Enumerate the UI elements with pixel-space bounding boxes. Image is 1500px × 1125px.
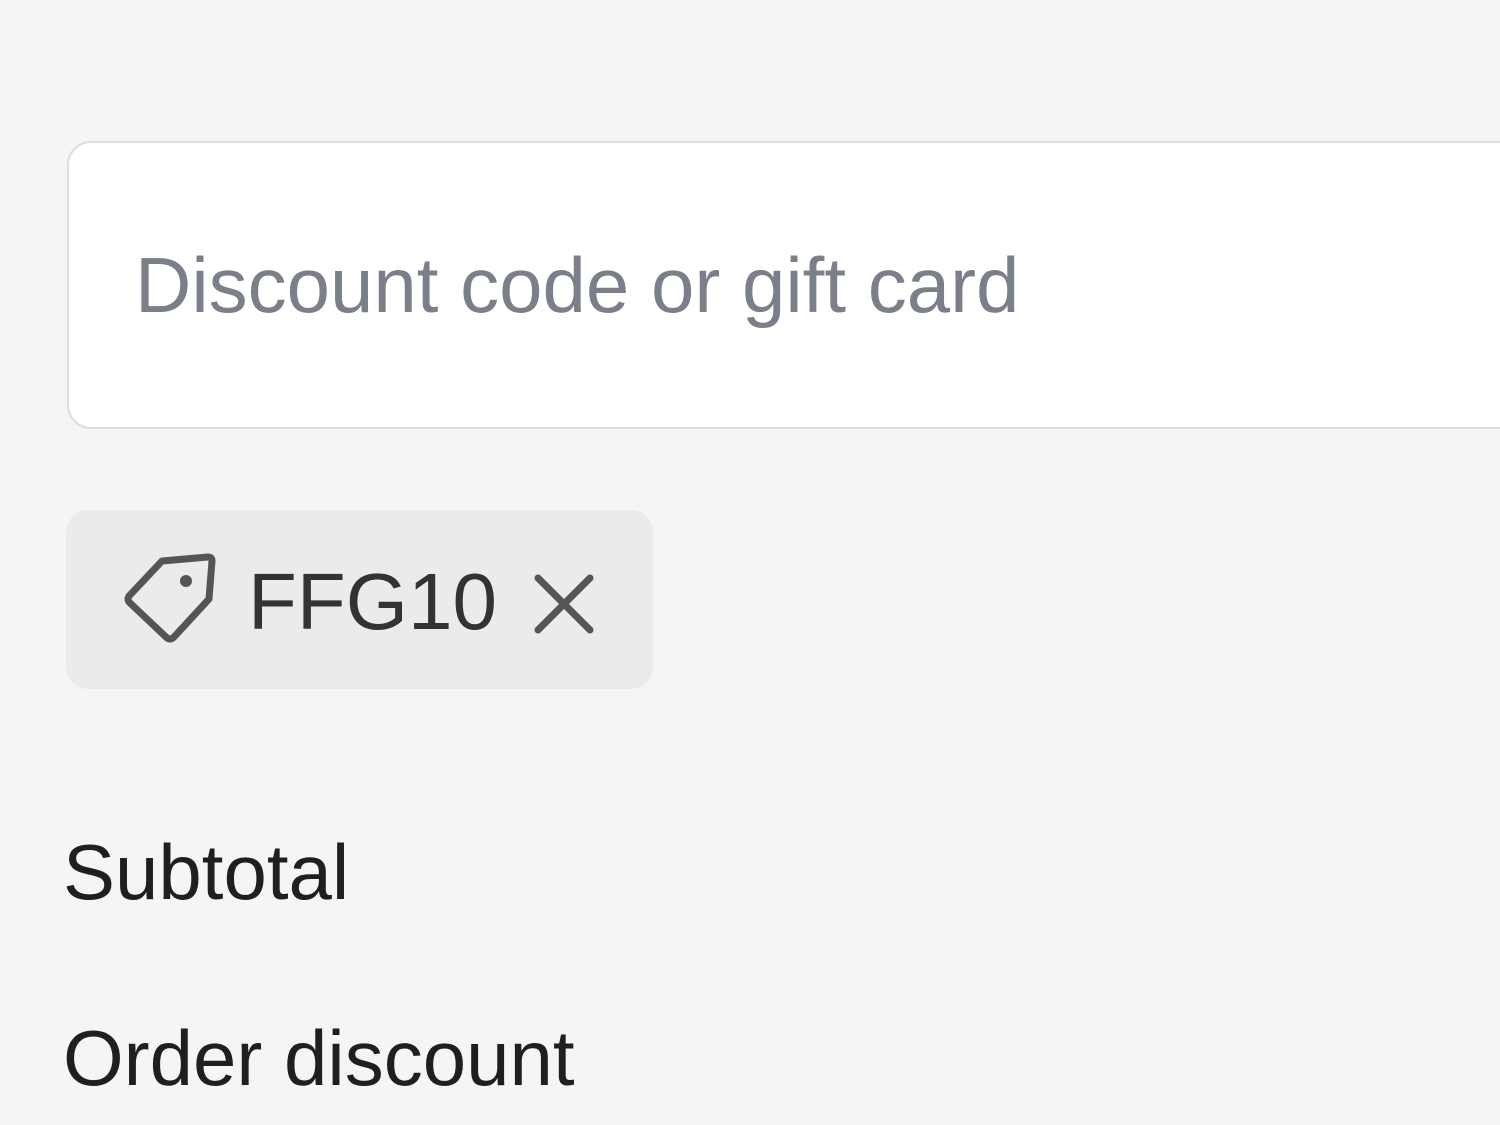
subtotal-label: Subtotal bbox=[63, 828, 350, 916]
applied-discount-code: FFG10 bbox=[248, 557, 497, 646]
checkout-summary: FFG10 Subtotal Order discount bbox=[0, 0, 1500, 1125]
discount-field bbox=[67, 141, 1500, 429]
order-discount-label: Order discount bbox=[63, 1014, 575, 1102]
discount-code-input[interactable] bbox=[69, 143, 1500, 427]
close-icon[interactable] bbox=[526, 566, 602, 642]
tag-icon bbox=[124, 553, 216, 643]
